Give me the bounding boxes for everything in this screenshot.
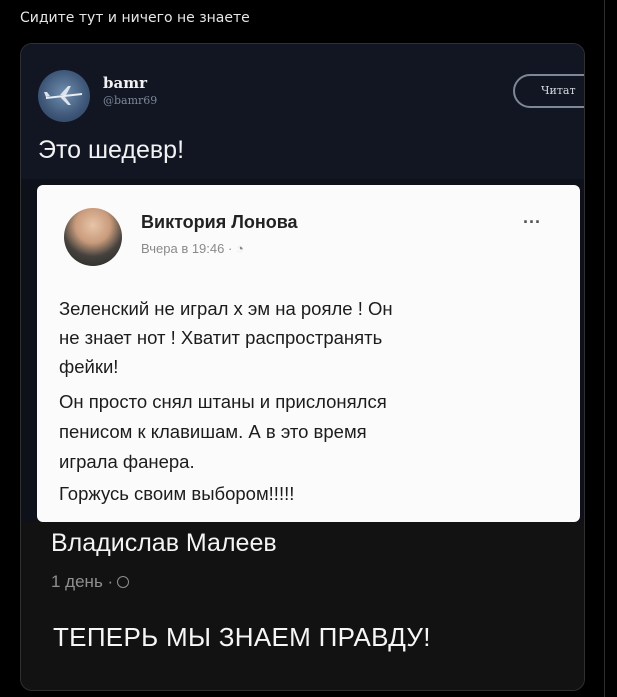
- tweet-header: bamr @bamr69 Читат Это шедевр!: [21, 44, 584, 179]
- fb-post-meta: Вчера в 19:46 · ◔: [141, 241, 244, 256]
- comment-time: 1 день ·: [51, 572, 114, 591]
- fb-text-line: играла фанера.: [59, 451, 195, 472]
- tweet-text: Это шедевр!: [38, 136, 185, 164]
- comment-meta: 1 день ·: [51, 572, 130, 592]
- fb-post-time: Вчера в 19:46 ·: [141, 241, 233, 256]
- tweet-author-handle: @bamr69: [103, 94, 158, 107]
- post-caption: Сидите тут и ничего не знаете: [20, 10, 250, 26]
- facebook-post-card: Виктория Лонова Вчера в 19:46 · ◔ ... Зе…: [37, 185, 580, 522]
- more-options-icon: ...: [523, 207, 542, 227]
- fb-text-line: Он просто снял штаны и прислонялся: [59, 391, 387, 412]
- fb-text-line: Горжусь своим выбором!!!!!: [59, 483, 295, 504]
- follow-button: Читат: [513, 74, 584, 108]
- globe-icon: [117, 576, 130, 588]
- fb-text-line: пенисом к клавишам. А в это время: [59, 421, 367, 442]
- airplane-icon: [44, 86, 82, 105]
- comment-author-name: Владислав Малеев: [51, 529, 277, 557]
- tweet-author-name: bamr: [103, 74, 147, 92]
- fb-text-line: Зеленский не играл х эм на рояле ! Он: [59, 298, 393, 319]
- fb-text-line: не знает нот ! Хватит распространять: [59, 327, 383, 348]
- scroll-divider: [604, 0, 605, 697]
- post-image[interactable]: bamr @bamr69 Читат Это шедевр! Виктория …: [20, 43, 585, 691]
- fb-text-line: фейки!: [59, 356, 119, 377]
- comment-text: ТЕПЕРЬ МЫ ЗНАЕМ ПРАВДУ!: [53, 622, 431, 652]
- fb-author-name: Виктория Лонова: [141, 212, 298, 232]
- tweet-avatar: [38, 70, 90, 122]
- fb-author-avatar: [64, 208, 122, 266]
- globe-icon: ◔: [235, 241, 244, 256]
